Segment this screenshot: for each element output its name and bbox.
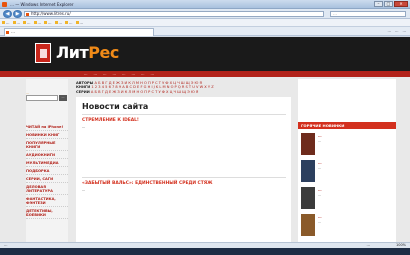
favorite-link[interactable]: …: [65, 21, 73, 25]
bookmark-icon: [54, 21, 58, 24]
sidebar-item[interactable]: ПОПУЛЯРНЫЕ КНИГИ: [26, 139, 68, 151]
book-author[interactable]: …: [318, 139, 321, 143]
book-card[interactable]: … …: [301, 133, 393, 159]
site-nav-item[interactable]: …: [132, 72, 136, 76]
book-cover[interactable]: [301, 133, 315, 155]
bookmark-icon: [12, 21, 16, 24]
book-author[interactable]: …: [318, 193, 321, 197]
window-title: … — Windows Internet Explorer: [10, 2, 74, 7]
book-title[interactable]: …: [318, 161, 322, 165]
bookmark-icon: [33, 21, 37, 24]
maximize-icon[interactable]: □: [384, 1, 393, 7]
site-nav-item[interactable]: …: [84, 72, 88, 76]
site-nav-item[interactable]: …: [141, 72, 145, 76]
active-tab[interactable]: …: [4, 28, 154, 36]
star-icon: [2, 21, 5, 24]
site-nav-item[interactable]: …: [113, 72, 117, 76]
taskbar: [0, 248, 410, 255]
favorite-link[interactable]: …: [75, 21, 83, 25]
window-titlebar: … — Windows Internet Explorer – □ ✕: [0, 0, 410, 9]
favorite-link[interactable]: …: [54, 21, 62, 25]
command-item[interactable]: …: [395, 29, 399, 33]
page-title: Новости сайта: [82, 102, 149, 111]
favorites-bar: … … … … … … … …: [0, 19, 410, 27]
site-nav-item[interactable]: …: [151, 72, 155, 76]
divider: [82, 177, 286, 178]
site-logo[interactable]: ЛитРес: [56, 43, 119, 62]
sidebar-item[interactable]: ЧИТАЙ на iPhone!: [26, 123, 68, 131]
site-header: ЛитРес: [0, 37, 410, 71]
news-text: …: [82, 125, 86, 129]
hot-new-books-header: ГОРЯЧИЕ НОВИНКИ: [298, 122, 396, 129]
command-item[interactable]: …: [388, 29, 392, 33]
site-search-input[interactable]: [26, 95, 58, 101]
command-item[interactable]: …: [403, 29, 407, 33]
logo-book-icon[interactable]: [35, 43, 51, 63]
bookmark-icon: [23, 21, 26, 24]
sidebar-item[interactable]: МУЛЬТИМЕДИА: [26, 159, 68, 167]
tab-bar: … … … …: [0, 27, 410, 36]
favorite-link[interactable]: …: [23, 21, 31, 25]
sidebar-item[interactable]: ФАНТАСТИКА, ФЭНТЕЗИ: [26, 195, 68, 207]
news-text: …: [82, 188, 86, 192]
book-cover[interactable]: [301, 160, 315, 182]
sidebar-item[interactable]: НОВИНКИ КНИГ: [26, 131, 68, 139]
tab-title: …: [11, 29, 15, 34]
navigation-bar: ◀ ▶ http://www.litres.ru/ …: [0, 9, 410, 19]
book-card[interactable]: … …: [301, 214, 393, 240]
browser-search-input[interactable]: …: [330, 11, 406, 17]
book-cover[interactable]: [301, 214, 315, 236]
web-page: ЛитРес … … … … … … … … … … ЧИТАЙ на iPho…: [0, 37, 410, 242]
site-nav-item[interactable]: …: [94, 72, 98, 76]
bookmark-icon: [75, 21, 79, 24]
sidebar-item[interactable]: ПОДБОРКА: [26, 167, 68, 175]
favorite-link[interactable]: …: [33, 21, 41, 25]
book-title[interactable]: …: [318, 215, 322, 219]
book-title[interactable]: …: [318, 188, 322, 192]
book-title[interactable]: …: [318, 134, 322, 138]
news-heading[interactable]: «ЗАБЫТЫЙ ВАЛЬС»: ЕДИНСТВЕННЫЙ СРЕДИ СТЯЖ: [82, 181, 213, 186]
news-heading[interactable]: СТРЕМЛЕНИЕ К IDEAL!: [82, 118, 139, 123]
book-cover[interactable]: [301, 187, 315, 209]
book-author[interactable]: …: [318, 166, 321, 170]
main-content: Новости сайта СТРЕМЛЕНИЕ К IDEAL! … «ЗАБ…: [76, 97, 291, 242]
sidebar-item[interactable]: ДЕТЕКТИВЫ, БОЕВИКИ: [26, 207, 68, 219]
favorite-link[interactable]: …: [12, 21, 20, 25]
address-bar[interactable]: http://www.litres.ru/: [24, 11, 324, 17]
close-icon[interactable]: ✕: [394, 1, 408, 7]
site-search-button[interactable]: …: [59, 95, 67, 101]
address-text: http://www.litres.ru/: [31, 11, 71, 16]
series-letter-row[interactable]: СЕРИИ А Б В Г Д Е Ж З И К Л М Н О П Р С …: [76, 90, 291, 94]
favorite-link[interactable]: …: [44, 21, 52, 25]
command-bar: … … …: [388, 29, 407, 33]
sidebar-item[interactable]: СЕРИИ, САГИ: [26, 175, 68, 183]
book-card[interactable]: … …: [301, 187, 393, 213]
minimize-icon[interactable]: –: [374, 1, 383, 7]
sidebar-item[interactable]: ДЕЛОВАЯ ЛИТЕРАТУРА: [26, 183, 68, 195]
forward-arrow-icon[interactable]: ▶: [13, 10, 22, 18]
left-sidebar: … … ЧИТАЙ на iPhone! НОВИНКИ КНИГ ПОПУЛЯ…: [26, 79, 68, 242]
bookmark-icon: [65, 21, 68, 24]
right-column: ГОРЯЧИЕ НОВИНКИ … … … … … … … …: [298, 79, 396, 242]
window-controls: – □ ✕: [374, 1, 408, 8]
alphabet-index: АВТОРЫ А Б В Г Д Е Ж З И К Л М Н О П Р С…: [76, 81, 291, 95]
site-nav-item[interactable]: …: [122, 72, 126, 76]
book-author[interactable]: …: [318, 220, 321, 224]
site-nav-item[interactable]: …: [103, 72, 107, 76]
site-nav-bar: … … … … … … … …: [0, 71, 410, 77]
divider: [82, 114, 286, 115]
favorite-link[interactable]: …: [2, 21, 10, 25]
category-menu: ЧИТАЙ на iPhone! НОВИНКИ КНИГ ПОПУЛЯРНЫЕ…: [26, 123, 68, 219]
bookmark-icon: [44, 21, 47, 24]
status-text: …: [4, 243, 8, 247]
tab-favicon-icon: [6, 31, 9, 34]
site-favicon-icon: [2, 2, 7, 7]
sidebar-item[interactable]: АУДИОКНИГИ: [26, 151, 68, 159]
book-card[interactable]: … …: [301, 160, 393, 186]
back-arrow-icon[interactable]: ◀: [3, 10, 12, 18]
page-icon: [26, 13, 29, 16]
